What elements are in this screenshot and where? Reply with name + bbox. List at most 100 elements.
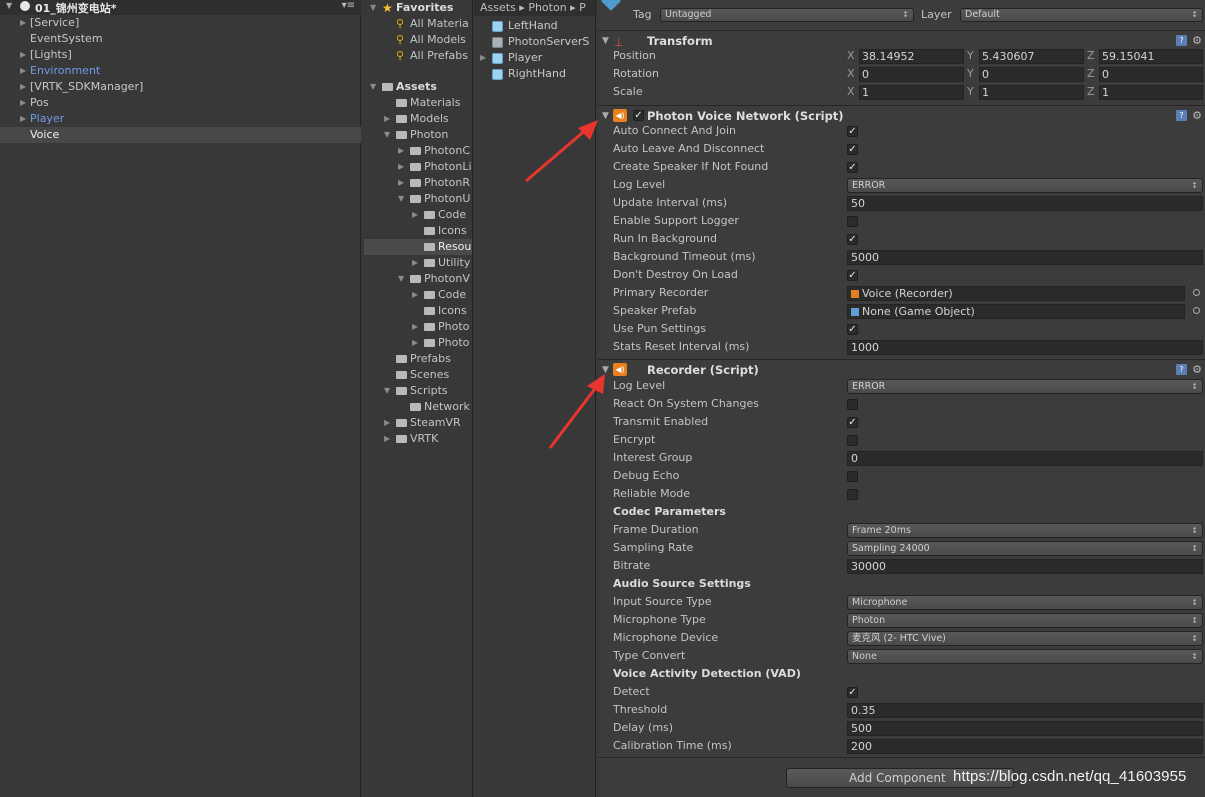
recorder-header[interactable]: ▼ ◀) Recorder (Script) ? ⚙ [598, 359, 1205, 379]
expand-arrow-icon[interactable]: ▶ [20, 47, 26, 63]
hierarchy-item[interactable]: ▶ Player [0, 111, 361, 127]
hierarchy-item[interactable]: Voice [0, 127, 361, 143]
checkbox[interactable] [847, 435, 858, 446]
help-icon[interactable]: ? [1176, 364, 1187, 375]
expand-arrow-icon[interactable]: ▶ [20, 79, 26, 95]
project-item[interactable]: ⚲ All Materia [364, 16, 472, 32]
asset-item[interactable]: ▶ Player [474, 50, 595, 66]
object-field[interactable]: Voice (Recorder) [847, 286, 1185, 301]
expand-arrow-icon[interactable]: ▶ [384, 111, 390, 127]
object-picker-icon[interactable] [1193, 289, 1200, 296]
project-item[interactable]: ▼ PhotonU [364, 191, 472, 207]
vector-value[interactable]: 1 [859, 85, 964, 100]
project-item[interactable]: ▶ PhotonLi [364, 159, 472, 175]
vector-z-field[interactable]: Z 59.15041 [1087, 49, 1203, 64]
project-item[interactable]: Network [364, 399, 472, 415]
expand-arrow-icon[interactable]: ▶ [398, 175, 404, 191]
checkbox[interactable]: ✓ [847, 234, 858, 245]
hierarchy-item[interactable]: ▶ [VRTK_SDKManager] [0, 79, 361, 95]
vector-value[interactable]: 5.430607 [979, 49, 1084, 64]
asset-item[interactable]: PhotonServerS [474, 34, 595, 50]
project-item[interactable]: Resou [364, 239, 472, 255]
dropdown[interactable]: ERROR [847, 379, 1203, 394]
expand-arrow-icon[interactable]: ▶ [384, 415, 390, 431]
hierarchy-item[interactable]: ▶ Pos [0, 95, 361, 111]
vector-y-field[interactable]: Y0 [967, 67, 1084, 82]
fold-down-arrow-icon[interactable]: ▼ [398, 271, 404, 287]
asset-item[interactable]: LeftHand [474, 18, 595, 34]
value-field[interactable]: 1000 [847, 340, 1203, 355]
value-field[interactable]: 200 [847, 739, 1203, 754]
expand-arrow-icon[interactable]: ▶ [398, 143, 404, 159]
project-item[interactable]: ▼ Scripts [364, 383, 472, 399]
expand-arrow-icon[interactable]: ▶ [20, 95, 26, 111]
hierarchy-menu-icon[interactable]: ▾≡ [342, 0, 355, 11]
tag-dropdown[interactable]: Untagged [660, 8, 914, 22]
fold-down-arrow-icon[interactable]: ▼ [384, 127, 390, 143]
vector-value[interactable]: 38.14952 [859, 49, 964, 64]
project-item[interactable]: Icons [364, 223, 472, 239]
dropdown[interactable]: Photon [847, 613, 1203, 628]
project-item[interactable]: Materials [364, 95, 472, 111]
value-field[interactable]: 0 [847, 451, 1203, 466]
expand-arrow-icon[interactable]: ▶ [412, 319, 418, 335]
fold-down-arrow-icon[interactable]: ▼ [384, 383, 390, 399]
project-item[interactable]: ▶ PhotonC [364, 143, 472, 159]
checkbox[interactable]: ✓ [847, 417, 858, 428]
project-item[interactable]: ▶ Utility [364, 255, 472, 271]
expand-arrow-icon[interactable]: ▶ [412, 207, 418, 223]
checkbox[interactable] [847, 489, 858, 500]
expand-arrow-icon[interactable]: ▶ [398, 159, 404, 175]
expand-arrow-icon[interactable]: ▶ [384, 431, 390, 447]
project-item[interactable]: ▶ Models [364, 111, 472, 127]
asset-item[interactable]: RightHand [474, 66, 595, 82]
checkbox[interactable]: ✓ [847, 687, 858, 698]
project-item[interactable]: Prefabs [364, 351, 472, 367]
project-item[interactable]: ▶ Photo [364, 319, 472, 335]
vector-z-field[interactable]: Z1 [1087, 85, 1203, 100]
object-field[interactable]: None (Game Object) [847, 304, 1185, 319]
checkbox[interactable] [847, 399, 858, 410]
help-icon[interactable]: ? [1176, 110, 1187, 121]
checkbox[interactable] [847, 216, 858, 227]
vector-x-field[interactable]: X0 [847, 67, 964, 82]
expand-arrow-icon[interactable]: ▶ [20, 15, 26, 31]
project-item[interactable]: ▶ SteamVR [364, 415, 472, 431]
fold-down-arrow-icon[interactable]: ▼ [398, 191, 404, 207]
dropdown[interactable]: Microphone [847, 595, 1203, 610]
project-item[interactable]: ▼ ★ Favorites [364, 0, 472, 16]
checkbox[interactable]: ✓ [847, 144, 858, 155]
dropdown[interactable]: 麦克风 (2- HTC Vive) [847, 631, 1203, 646]
checkbox[interactable]: ✓ [847, 270, 858, 281]
checkbox[interactable]: ✓ [847, 162, 858, 173]
value-field[interactable]: 0.35 [847, 703, 1203, 718]
vector-value[interactable]: 0 [859, 67, 964, 82]
vector-value[interactable]: 0 [979, 67, 1084, 82]
project-item[interactable]: ⚲ All Prefabs [364, 48, 472, 64]
vector-x-field[interactable]: X 38.14952 [847, 49, 964, 64]
dropdown[interactable]: Sampling 24000 [847, 541, 1203, 556]
dropdown[interactable]: Frame 20ms [847, 523, 1203, 538]
hierarchy-item[interactable]: ▶ Environment [0, 63, 361, 79]
value-field[interactable]: 50 [847, 196, 1203, 211]
expand-arrow-icon[interactable]: ▶ [480, 50, 486, 66]
fold-down-arrow-icon[interactable]: ▼ [370, 79, 376, 95]
vector-value[interactable]: 1 [1099, 85, 1203, 100]
expand-arrow-icon[interactable]: ▶ [412, 287, 418, 303]
vector-value[interactable]: 59.15041 [1099, 49, 1203, 64]
hierarchy-item[interactable]: EventSystem [0, 31, 361, 47]
vector-y-field[interactable]: Y 5.430607 [967, 49, 1084, 64]
project-item[interactable]: ▼ Photon [364, 127, 472, 143]
project-item[interactable]: ⚲ All Models [364, 32, 472, 48]
project-item[interactable]: Scenes [364, 367, 472, 383]
vector-y-field[interactable]: Y1 [967, 85, 1084, 100]
value-field[interactable]: 5000 [847, 250, 1203, 265]
project-item[interactable]: ▼ PhotonV [364, 271, 472, 287]
project-item[interactable]: Icons [364, 303, 472, 319]
component-enabled-checkbox[interactable]: ✓ [633, 110, 644, 121]
dropdown[interactable]: ERROR [847, 178, 1203, 193]
checkbox[interactable]: ✓ [847, 126, 858, 137]
checkbox[interactable] [847, 471, 858, 482]
fold-down-arrow-icon[interactable]: ▼ [370, 0, 376, 16]
value-field[interactable]: 500 [847, 721, 1203, 736]
